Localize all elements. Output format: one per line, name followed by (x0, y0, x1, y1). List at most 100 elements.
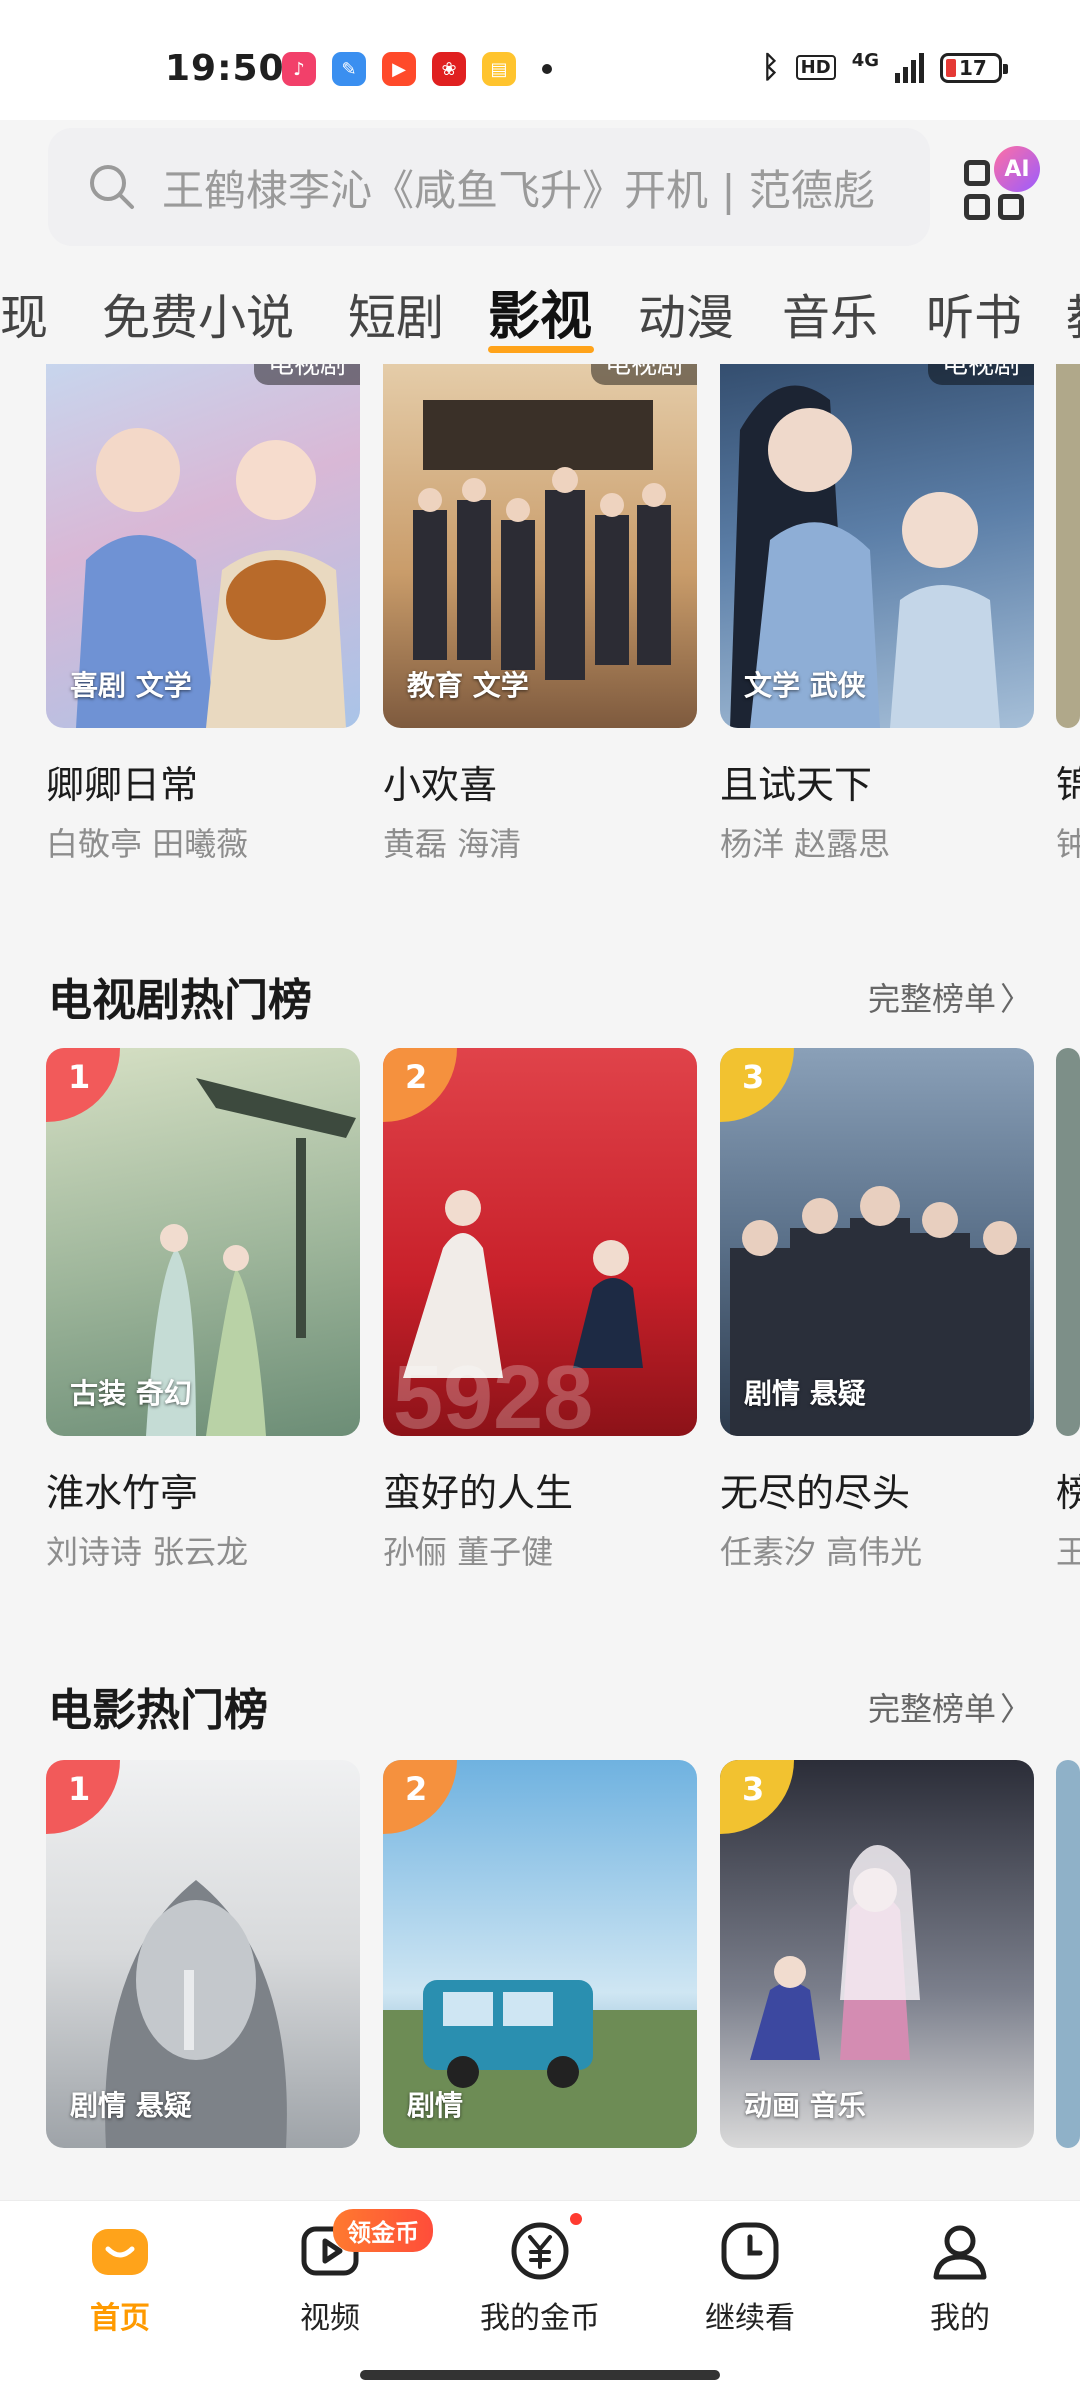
poster: 5928 2 (383, 1048, 697, 1436)
card-title: 小欢喜 (383, 763, 498, 807)
full-list-link[interactable]: 完整榜单〉 (868, 1684, 1032, 1730)
genre-tags: 文学 武侠 (744, 669, 866, 702)
category-tabs: 现 免费小说 短剧 影视 动漫 音乐 听书 教 (0, 272, 1080, 354)
card-item[interactable]: 榜 王 (1056, 1048, 1080, 1573)
poster (1056, 1760, 1080, 2148)
card-item[interactable]: 3 动画 音乐 (720, 1760, 1034, 2148)
earn-coins-badge: 领金币 (333, 2209, 433, 2252)
poster: 1 古装 奇幻 (46, 1048, 360, 1436)
poster-artwork: 5928 (393, 1190, 643, 1436)
card-item[interactable] (1056, 1760, 1080, 2148)
search-bar[interactable]: 王鹤棣李沁《咸鱼飞升》开机 | 范德彪 (48, 128, 930, 246)
card-title: 卿卿日常 (46, 763, 199, 807)
type-badge: 电视剧 (927, 364, 1034, 385)
hd-voice-icon: HD (795, 55, 836, 80)
card-item[interactable]: 1 剧情 悬疑 (46, 1760, 360, 2148)
genre-tags: 剧情 (407, 2089, 464, 2122)
genre-tags: 动画 音乐 (744, 2089, 866, 2122)
full-list-link[interactable]: 完整榜单〉 (868, 974, 1032, 1020)
chevron-right-icon: 〉 (999, 1690, 1032, 1728)
pinduoduo-app-icon: ❀ (432, 52, 466, 86)
type-badge: 电视剧 (590, 364, 697, 385)
status-time: 19:50 (165, 48, 285, 89)
card-item[interactable]: 2 剧情 (383, 1760, 697, 2148)
nav-continue-watching[interactable]: 继续看 (660, 2219, 840, 2337)
home-icon (88, 2219, 152, 2283)
svg-text:5928: 5928 (393, 1348, 593, 1436)
more-notifications-dot (542, 64, 552, 74)
movie-chart-header: 电影热门榜 完整榜单〉 (48, 1674, 1032, 1736)
feather-app-icon: ✎ (332, 52, 366, 86)
poster: 电视剧 喜剧 文学 (46, 364, 360, 728)
card-cast: 孙俪 董子健 (383, 1533, 554, 1571)
tab-short-drama[interactable]: 短剧 (348, 278, 444, 348)
tab-anime[interactable]: 动漫 (638, 278, 734, 348)
poster: 3 动画 音乐 (720, 1760, 1034, 2148)
grid-icon (964, 160, 990, 186)
card-cast: 钟 (1056, 825, 1080, 863)
tv-chart-header: 电视剧热门榜 完整榜单〉 (48, 964, 1032, 1026)
battery-level: 17 (959, 55, 987, 80)
card-cast: 杨洋 赵露思 (720, 825, 891, 863)
ai-badge[interactable]: AI (994, 146, 1040, 192)
tab-discover[interactable]: 现 (0, 278, 48, 348)
status-bar: 19:50 ♪ ✎ ▶ ❀ ▤ ᛒ HD 4G 17 (0, 0, 1080, 120)
battery-icon: 17 (940, 52, 1008, 83)
nav-label: 我的 (930, 2301, 990, 2336)
notification-dot (570, 2213, 582, 2225)
nav-label: 继续看 (705, 2301, 795, 2336)
card-cast: 白敬亭 田曦薇 (46, 825, 249, 863)
nav-profile[interactable]: 我的 (870, 2219, 1050, 2337)
card-title: 淮水竹亭 (46, 1471, 199, 1515)
content-feed: 电视剧 喜剧 文学 卿卿日常 白敬亭 田曦薇 电视剧 教育 文学 小欢喜 黄磊 … (0, 364, 1080, 2200)
full-list-label: 完整榜单 (867, 980, 996, 1018)
nav-label: 首页 (90, 2301, 150, 2336)
genre-tags: 剧情 悬疑 (70, 2089, 192, 2122)
search-icon (90, 165, 134, 209)
tab-music[interactable]: 音乐 (782, 278, 878, 348)
card-title: 无尽的尽头 (720, 1471, 911, 1515)
card-item[interactable]: 3 剧情 悬疑 无尽的尽头 任素汐 高伟光 (720, 1048, 1034, 1573)
card-title: 锦 (1056, 763, 1080, 807)
card-item[interactable]: 电视剧 教育 文学 小欢喜 黄磊 海清 (383, 364, 697, 865)
card-item[interactable]: 锦 钟 (1056, 364, 1080, 865)
active-tab-indicator (488, 346, 594, 353)
tab-free-novels[interactable]: 免费小说 (102, 278, 294, 348)
card-item[interactable]: 5928 2 蛮好的人生 孙俪 董子健 (383, 1048, 697, 1573)
poster (1056, 1048, 1080, 1436)
tab-audiobook[interactable]: 听书 (926, 278, 1022, 348)
genre-tags: 古装 奇幻 (70, 1377, 192, 1410)
poster: 电视剧 文学 武侠 (720, 364, 1034, 728)
status-right-icons: ᛒ HD 4G 17 (761, 50, 1008, 85)
poster: 2 剧情 (383, 1760, 697, 2148)
yuan-coin-icon (508, 2219, 572, 2283)
chevron-right-icon: 〉 (999, 980, 1032, 1018)
poster: 电视剧 教育 文学 (383, 364, 697, 728)
notes-app-icon: ▤ (482, 52, 516, 86)
genre-tags: 喜剧 文学 (70, 669, 192, 702)
card-cast: 任素汐 高伟光 (720, 1533, 923, 1571)
profile-icon (928, 2219, 992, 2283)
video-app-icon: ▶ (382, 52, 416, 86)
poster: 1 剧情 悬疑 (46, 1760, 360, 2148)
nav-coins[interactable]: 我的金币 (450, 2219, 630, 2337)
type-badge: 电视剧 (253, 364, 360, 385)
card-item[interactable]: 电视剧 文学 武侠 且试天下 杨洋 赵露思 (720, 364, 1034, 865)
network-type: 4G (851, 50, 879, 71)
nav-home[interactable]: 首页 (30, 2219, 210, 2337)
genre-tags: 教育 文学 (407, 669, 529, 702)
poster: 3 剧情 悬疑 (720, 1048, 1034, 1436)
clock-icon (718, 2219, 782, 2283)
card-cast: 王 (1056, 1533, 1080, 1571)
card-title: 蛮好的人生 (383, 1471, 574, 1515)
signal-icon (895, 52, 924, 83)
tab-education[interactable]: 教 (1066, 278, 1080, 348)
poster (1056, 364, 1080, 728)
bluetooth-icon: ᛒ (761, 50, 780, 85)
gesture-bar[interactable] (360, 2370, 720, 2380)
card-item[interactable]: 1 古装 奇幻 淮水竹亭 刘诗诗 张云龙 (46, 1048, 360, 1573)
nav-label: 视频 (300, 2301, 360, 2336)
card-item[interactable]: 电视剧 喜剧 文学 卿卿日常 白敬亭 田曦薇 (46, 364, 360, 865)
tab-film-tv[interactable]: 影视 (488, 274, 592, 349)
genre-tags: 剧情 悬疑 (744, 1377, 866, 1410)
